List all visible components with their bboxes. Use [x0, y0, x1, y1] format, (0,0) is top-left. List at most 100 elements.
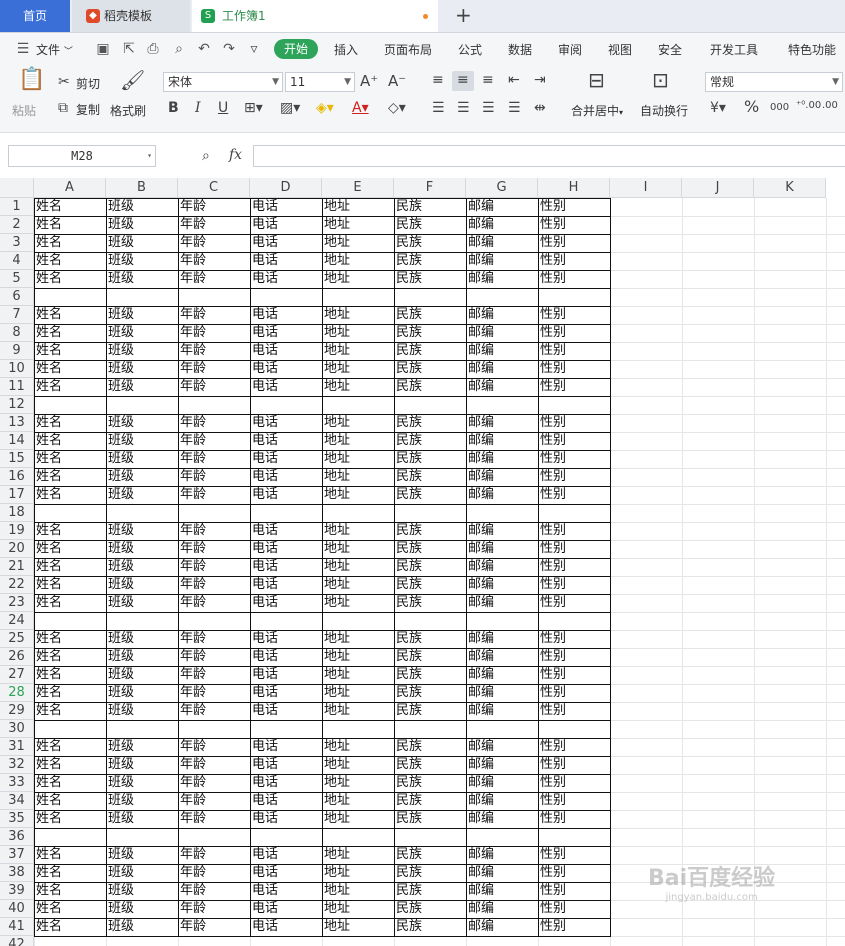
row-header[interactable]: 39 [0, 882, 34, 900]
table-cell[interactable]: 姓名 [34, 234, 106, 252]
menu-file[interactable]: 文件 ﹀ [36, 41, 73, 58]
table-cell[interactable]: 电话 [250, 900, 322, 918]
column-header-h[interactable]: H [538, 178, 610, 198]
table-cell[interactable]: 性别 [538, 774, 610, 792]
table-cell[interactable]: 班级 [106, 324, 178, 342]
table-cell[interactable]: 地址 [322, 486, 394, 504]
paste-icon[interactable]: 📋 [18, 69, 45, 91]
table-cell[interactable]: 年龄 [178, 630, 250, 648]
table-cell[interactable]: 电话 [250, 846, 322, 864]
menu-review[interactable]: 审阅 [558, 41, 582, 58]
table-cell[interactable]: 性别 [538, 756, 610, 774]
table-cell[interactable]: 地址 [322, 594, 394, 612]
wrap-text-icon[interactable]: ⊡ [652, 70, 669, 90]
table-cell[interactable]: 地址 [322, 342, 394, 360]
align-top-icon[interactable]: ≡ [432, 72, 444, 88]
table-cell[interactable]: 性别 [538, 810, 610, 828]
align-bottom-icon[interactable]: ≡ [482, 72, 494, 88]
table-cell[interactable]: 地址 [322, 558, 394, 576]
table-cell[interactable]: 电话 [250, 540, 322, 558]
indent-decrease-icon[interactable]: ⇤ [508, 72, 520, 88]
thousands-separator-icon[interactable]: 000 [770, 100, 789, 116]
table-cell[interactable]: 地址 [322, 864, 394, 882]
table-cell[interactable]: 性别 [538, 900, 610, 918]
table-cell[interactable]: 性别 [538, 540, 610, 558]
table-cell[interactable]: 地址 [322, 846, 394, 864]
table-cell[interactable]: 班级 [106, 540, 178, 558]
percent-icon[interactable]: % [744, 99, 759, 115]
table-cell[interactable]: 地址 [322, 378, 394, 396]
table-cell[interactable]: 电话 [250, 378, 322, 396]
table-cell[interactable]: 邮编 [466, 774, 538, 792]
table-cell[interactable]: 邮编 [466, 630, 538, 648]
table-cell[interactable]: 电话 [250, 630, 322, 648]
menu-data[interactable]: 数据 [508, 41, 532, 58]
merge-center-button[interactable]: 合并居中▾ [571, 102, 623, 119]
table-cell[interactable]: 电话 [250, 576, 322, 594]
table-cell[interactable]: 电话 [250, 270, 322, 288]
table-cell[interactable]: 电话 [250, 522, 322, 540]
row-header[interactable]: 32 [0, 756, 34, 774]
row-header[interactable]: 38 [0, 864, 34, 882]
format-painter-button[interactable]: 格式刷 [110, 102, 146, 119]
table-cell[interactable]: 地址 [322, 666, 394, 684]
table-cell[interactable]: 姓名 [34, 522, 106, 540]
table-cell[interactable]: 性别 [538, 594, 610, 612]
table-cell[interactable]: 性别 [538, 324, 610, 342]
table-cell[interactable]: 姓名 [34, 594, 106, 612]
menu-page-layout[interactable]: 页面布局 [384, 41, 432, 58]
table-cell[interactable]: 年龄 [178, 594, 250, 612]
increase-decimal-icon[interactable]: ⁺⁰.00 [796, 98, 821, 114]
formula-input[interactable] [253, 145, 845, 167]
table-cell[interactable]: 年龄 [178, 252, 250, 270]
table-cell[interactable]: 邮编 [466, 864, 538, 882]
table-cell[interactable]: 姓名 [34, 846, 106, 864]
hamburger-icon[interactable]: ☰ [14, 40, 32, 58]
table-cell[interactable]: 电话 [250, 918, 322, 936]
table-cell[interactable]: 性别 [538, 522, 610, 540]
decrease-font-icon[interactable]: A⁻ [388, 73, 406, 89]
table-cell[interactable]: 民族 [394, 594, 466, 612]
table-cell[interactable]: 电话 [250, 810, 322, 828]
menu-formulas[interactable]: 公式 [458, 41, 482, 58]
table-cell[interactable]: 年龄 [178, 306, 250, 324]
table-cell[interactable]: 地址 [322, 414, 394, 432]
table-cell[interactable]: 地址 [322, 324, 394, 342]
table-cell[interactable]: 邮编 [466, 792, 538, 810]
table-cell[interactable]: 姓名 [34, 702, 106, 720]
table-cell[interactable]: 年龄 [178, 900, 250, 918]
table-cell[interactable]: 民族 [394, 450, 466, 468]
table-cell[interactable]: 地址 [322, 234, 394, 252]
table-cell[interactable]: 民族 [394, 378, 466, 396]
table-cell[interactable]: 班级 [106, 702, 178, 720]
justify-icon[interactable]: ☰ [508, 100, 521, 116]
table-cell[interactable]: 邮编 [466, 810, 538, 828]
table-cell[interactable]: 姓名 [34, 324, 106, 342]
new-tab-plus-icon[interactable]: + [455, 4, 472, 26]
table-cell[interactable]: 地址 [322, 738, 394, 756]
format-painter-icon[interactable]: 🖌 [120, 70, 145, 90]
table-cell[interactable]: 性别 [538, 198, 610, 216]
worksheet-grid[interactable]: A B C D E F G H I J K 1 2 3 4 5 6 7 8 9 10 11 12 13 14 15 16 17 18 19… [0, 178, 845, 946]
table-cell[interactable]: 性别 [538, 414, 610, 432]
table-cell[interactable]: 地址 [322, 702, 394, 720]
table-cell[interactable]: 性别 [538, 846, 610, 864]
table-cell[interactable]: 班级 [106, 558, 178, 576]
table-cell[interactable]: 性别 [538, 864, 610, 882]
table-cell[interactable]: 电话 [250, 558, 322, 576]
table-cell[interactable]: 地址 [322, 252, 394, 270]
row-header[interactable]: 30 [0, 720, 34, 738]
table-cell[interactable]: 邮编 [466, 432, 538, 450]
align-middle-icon[interactable]: ≡ [457, 72, 469, 88]
table-cell[interactable]: 邮编 [466, 378, 538, 396]
italic-icon[interactable]: I [195, 100, 201, 116]
row-header[interactable]: 5 [0, 270, 34, 288]
table-cell[interactable]: 地址 [322, 900, 394, 918]
select-all-corner[interactable] [0, 178, 34, 198]
table-cell[interactable]: 年龄 [178, 342, 250, 360]
table-cell[interactable]: 性别 [538, 234, 610, 252]
table-cell[interactable]: 姓名 [34, 468, 106, 486]
table-cell[interactable]: 年龄 [178, 918, 250, 936]
table-cell[interactable]: 班级 [106, 450, 178, 468]
table-cell[interactable]: 性别 [538, 378, 610, 396]
